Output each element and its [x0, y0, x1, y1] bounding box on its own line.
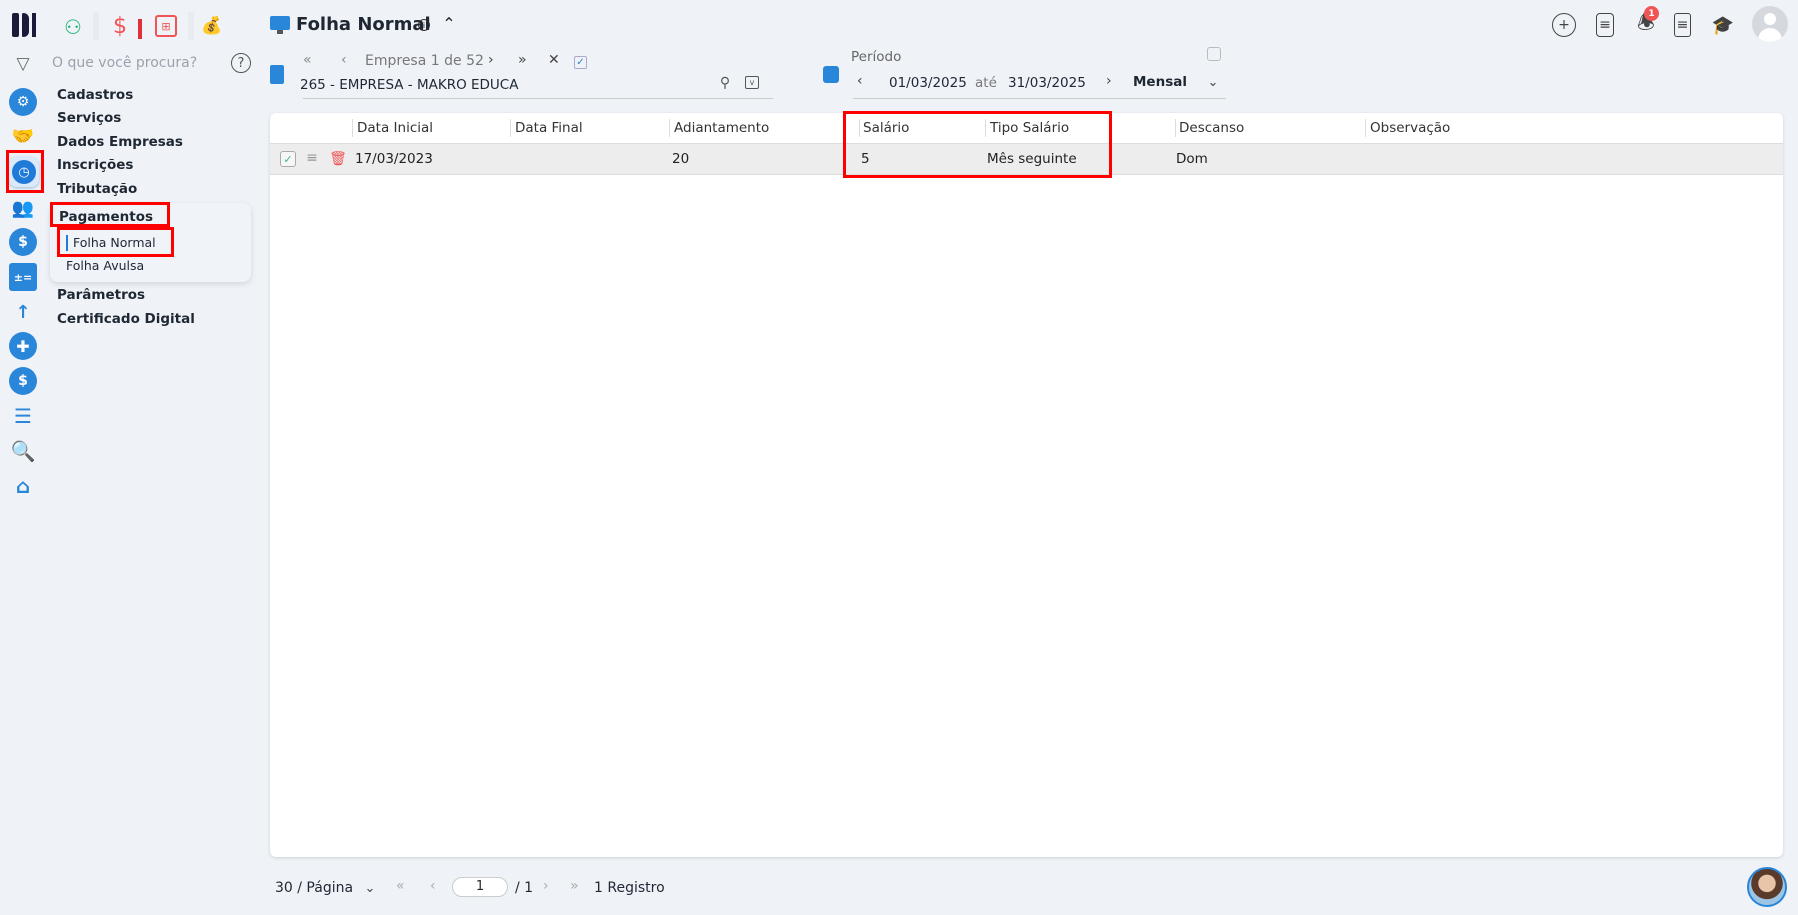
- highlight-box: [843, 111, 1112, 178]
- layers-icon[interactable]: ☰: [9, 402, 37, 430]
- column-divider: [669, 119, 670, 137]
- cell-data-inicial: 17/03/2023: [355, 151, 433, 167]
- company-counter: Empresa 1 de 52: [365, 53, 484, 69]
- clear-button[interactable]: ✕: [548, 52, 560, 68]
- next-company-button[interactable]: ›: [488, 52, 494, 68]
- column-header-data-inicial[interactable]: Data Inicial: [357, 120, 433, 136]
- period-mode-select[interactable]: Mensal: [1133, 74, 1187, 90]
- column-divider: [1365, 119, 1366, 137]
- period-label: Período: [851, 49, 902, 65]
- home-icon[interactable]: ⌂: [9, 472, 37, 500]
- monitor-stand: [277, 30, 283, 34]
- chevron-down-icon[interactable]: ⌄: [362, 880, 378, 896]
- add-icon[interactable]: +: [1552, 13, 1576, 37]
- record-count: 1 Registro: [594, 880, 665, 896]
- column-header-adiantamento[interactable]: Adiantamento: [674, 120, 769, 136]
- period-end[interactable]: 31/03/2025: [1008, 75, 1086, 91]
- handshake-icon[interactable]: 🤝: [9, 122, 37, 150]
- page-size-select[interactable]: 30 / Página: [275, 880, 353, 896]
- column-divider: [352, 119, 353, 137]
- period-start[interactable]: 01/03/2025: [889, 75, 967, 91]
- column-divider: [510, 119, 511, 137]
- menu-item-tributacao[interactable]: Tributação: [57, 181, 137, 197]
- column-divider: [1175, 119, 1176, 137]
- user-settings-icon[interactable]: ⚙: [9, 88, 37, 116]
- prev-period-button[interactable]: ‹: [857, 73, 863, 89]
- highlight-box: [57, 227, 174, 257]
- column-header-observacao[interactable]: Observação: [1370, 120, 1450, 136]
- calculator-icon[interactable]: ±=: [9, 263, 37, 291]
- menu-item-inscricoes[interactable]: Inscrições: [57, 157, 133, 173]
- calendar-icon: [823, 66, 839, 83]
- row-checkbox[interactable]: ✓: [280, 151, 296, 167]
- column-header-descanso[interactable]: Descanso: [1179, 120, 1244, 136]
- info-icon[interactable]: i: [418, 19, 430, 31]
- money-bag-app-icon[interactable]: 💰: [201, 14, 223, 38]
- data-table: [270, 113, 1783, 857]
- last-company-button[interactable]: »: [518, 52, 527, 68]
- next-page-button[interactable]: ›: [543, 878, 549, 894]
- menu-item-certificado-digital[interactable]: Certificado Digital: [57, 311, 195, 327]
- search-company-icon[interactable]: ⚲: [717, 75, 733, 91]
- document-icon[interactable]: ≡: [1596, 13, 1614, 37]
- notification-badge: 1: [1644, 6, 1659, 21]
- filter-icon[interactable]: ▽: [13, 54, 33, 74]
- divider: [853, 98, 1226, 99]
- total-pages: / 1: [515, 880, 534, 896]
- page-title: Folha Normal: [296, 14, 431, 35]
- period-enable-checkbox[interactable]: [1207, 47, 1221, 61]
- cell-descanso: Dom: [1176, 151, 1208, 167]
- next-period-button[interactable]: ›: [1106, 73, 1112, 89]
- chevron-up-icon[interactable]: ⌃: [440, 14, 458, 33]
- submenu-folha-avulsa[interactable]: Folha Avulsa: [66, 258, 144, 273]
- last-page-button[interactable]: »: [570, 878, 579, 894]
- divider: [188, 12, 194, 40]
- first-page-button[interactable]: «: [396, 878, 405, 894]
- menu-item-parametros[interactable]: Parâmetros: [57, 287, 145, 303]
- search-input[interactable]: O que você procura?: [52, 55, 197, 71]
- company-select[interactable]: 265 - EMPRESA - MAKRO EDUCA: [300, 77, 518, 93]
- highlight-box: [50, 202, 170, 227]
- trash-icon[interactable]: 🗑: [329, 150, 347, 167]
- page-input[interactable]: 1: [452, 877, 508, 897]
- menu-item-dados-empresas[interactable]: Dados Empresas: [57, 134, 183, 150]
- people-app-icon[interactable]: ⚇: [60, 14, 86, 40]
- column-header-data-final[interactable]: Data Final: [515, 120, 583, 136]
- select-checkbox[interactable]: ✓: [574, 56, 587, 69]
- money-bag-icon[interactable]: $: [9, 367, 37, 395]
- user-avatar[interactable]: [1752, 6, 1788, 42]
- first-company-button[interactable]: «: [303, 52, 312, 68]
- gear-icon[interactable]: ✚: [9, 332, 37, 360]
- drag-handle-icon[interactable]: ≡: [304, 150, 320, 166]
- report-search-icon[interactable]: ≡: [1674, 13, 1691, 37]
- help-icon[interactable]: ?: [231, 53, 251, 73]
- prev-company-button[interactable]: ‹: [341, 52, 347, 68]
- dollar-app-icon[interactable]: $: [108, 12, 132, 40]
- tax-arrow-icon[interactable]: ↑: [9, 298, 37, 326]
- dollar-icon[interactable]: $: [9, 228, 37, 256]
- divider: [303, 98, 773, 99]
- highlight-box: [6, 150, 44, 193]
- period-separator: até: [975, 75, 997, 91]
- cell-adiantamento: 20: [672, 151, 690, 167]
- prev-page-button[interactable]: ‹: [430, 878, 436, 894]
- graduation-cap-icon[interactable]: 🎓: [1711, 13, 1735, 37]
- logo[interactable]: [12, 13, 37, 39]
- monitor-icon: [270, 16, 290, 30]
- menu-item-servicos[interactable]: Serviços: [57, 110, 121, 126]
- chevron-down-icon[interactable]: ⌄: [1205, 74, 1221, 90]
- search-icon[interactable]: 🔍: [9, 437, 37, 465]
- users-icon[interactable]: 👥: [9, 194, 37, 222]
- active-indicator: [138, 19, 142, 39]
- assistant-avatar[interactable]: [1747, 867, 1787, 907]
- calculator-app-icon[interactable]: ⊞: [155, 15, 177, 37]
- menu-item-cadastros[interactable]: Cadastros: [57, 87, 133, 103]
- building-icon: [270, 65, 284, 84]
- mail-icon[interactable]: v: [745, 76, 759, 89]
- divider: [93, 12, 99, 40]
